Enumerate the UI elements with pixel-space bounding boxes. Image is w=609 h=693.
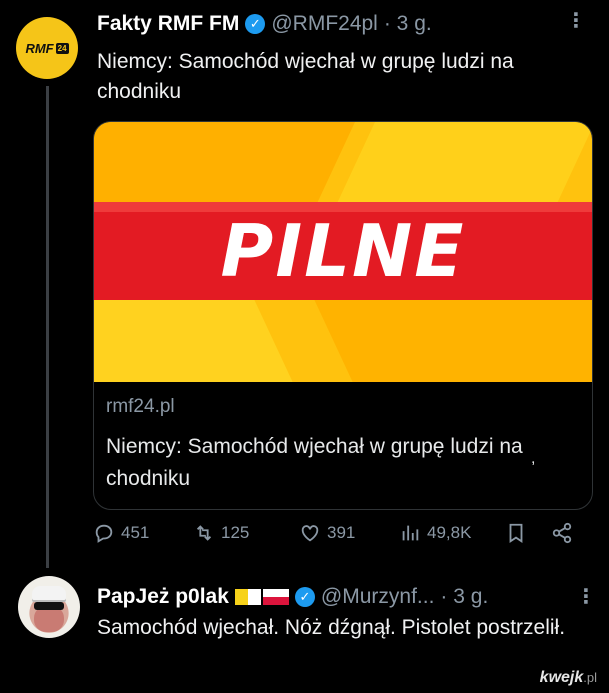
views-icon <box>402 525 419 541</box>
share-icon <box>552 522 572 544</box>
avatar[interactable]: RMF 24 <box>16 17 78 79</box>
author-name[interactable]: Fakty RMF FM <box>97 12 239 36</box>
author-handle[interactable]: @RMF24pl <box>271 12 378 36</box>
like-icon <box>301 525 319 542</box>
artifact-mark: , <box>531 450 536 467</box>
author-name[interactable]: PapJeż p0lak <box>97 585 229 609</box>
card-domain: rmf24.pl <box>106 396 175 417</box>
watermark-suffix: .pl <box>583 670 597 685</box>
verified-icon: ✓ <box>294 587 315 607</box>
bookmark-button[interactable] <box>505 522 527 544</box>
watermark-brand: kwejk <box>539 669 584 686</box>
card-title: Niemcy: Samochód wjechał w grupę ludzi n… <box>106 435 523 490</box>
tweet-time[interactable]: · 3 g. <box>384 12 432 36</box>
avatar[interactable] <box>18 576 80 638</box>
logo-text: RMF <box>25 40 54 56</box>
more-icon[interactable]: ⋮ <box>576 584 597 609</box>
rmf-logo: RMF 24 <box>25 40 69 56</box>
link-card[interactable]: PILNE rmf24.pl Niemcy: Samochód wjechał … <box>93 121 593 510</box>
reply-count: 451 <box>121 523 150 542</box>
author-handle[interactable]: @Murzynf... <box>321 585 435 609</box>
vatican-flag-icon <box>234 589 261 605</box>
reply-button[interactable]: 451 <box>93 522 149 544</box>
repost-count: 125 <box>221 523 250 542</box>
more-icon[interactable]: ⋮ <box>566 8 587 33</box>
action-bar: 451 125 391 49,8K <box>93 522 593 554</box>
share-button[interactable] <box>551 522 573 544</box>
tweet-text: Samochód wjechał. Nóż dźgnął. Pistolet p… <box>97 616 566 639</box>
like-count: 391 <box>327 523 356 542</box>
views-count: 49,8K <box>427 523 472 542</box>
tweet-text: Niemcy: Samochód wjechał w grupę ludzi n… <box>97 50 514 103</box>
tweet-header: PapJeż p0lak ✓ @Murzynf... · 3 g. <box>97 585 488 609</box>
views-button[interactable]: 49,8K <box>399 522 471 544</box>
tweet-time[interactable]: · 3 g. <box>440 585 488 609</box>
thread-line <box>46 86 49 568</box>
repost-button[interactable]: 125 <box>193 522 249 544</box>
logo-badge: 24 <box>55 42 69 54</box>
flag-emojis <box>234 589 289 605</box>
verified-icon: ✓ <box>245 14 266 34</box>
card-image: PILNE <box>94 122 592 382</box>
reply-icon <box>95 524 113 543</box>
tweet-header: Fakty RMF FM ✓ @RMF24pl · 3 g. <box>97 12 432 36</box>
repost-icon <box>196 525 212 541</box>
bookmark-icon <box>509 523 523 543</box>
watermark: kwejk.pl <box>540 669 597 687</box>
card-image-text: PILNE <box>220 209 466 293</box>
poland-flag-icon <box>262 589 289 605</box>
like-button[interactable]: 391 <box>299 522 355 544</box>
